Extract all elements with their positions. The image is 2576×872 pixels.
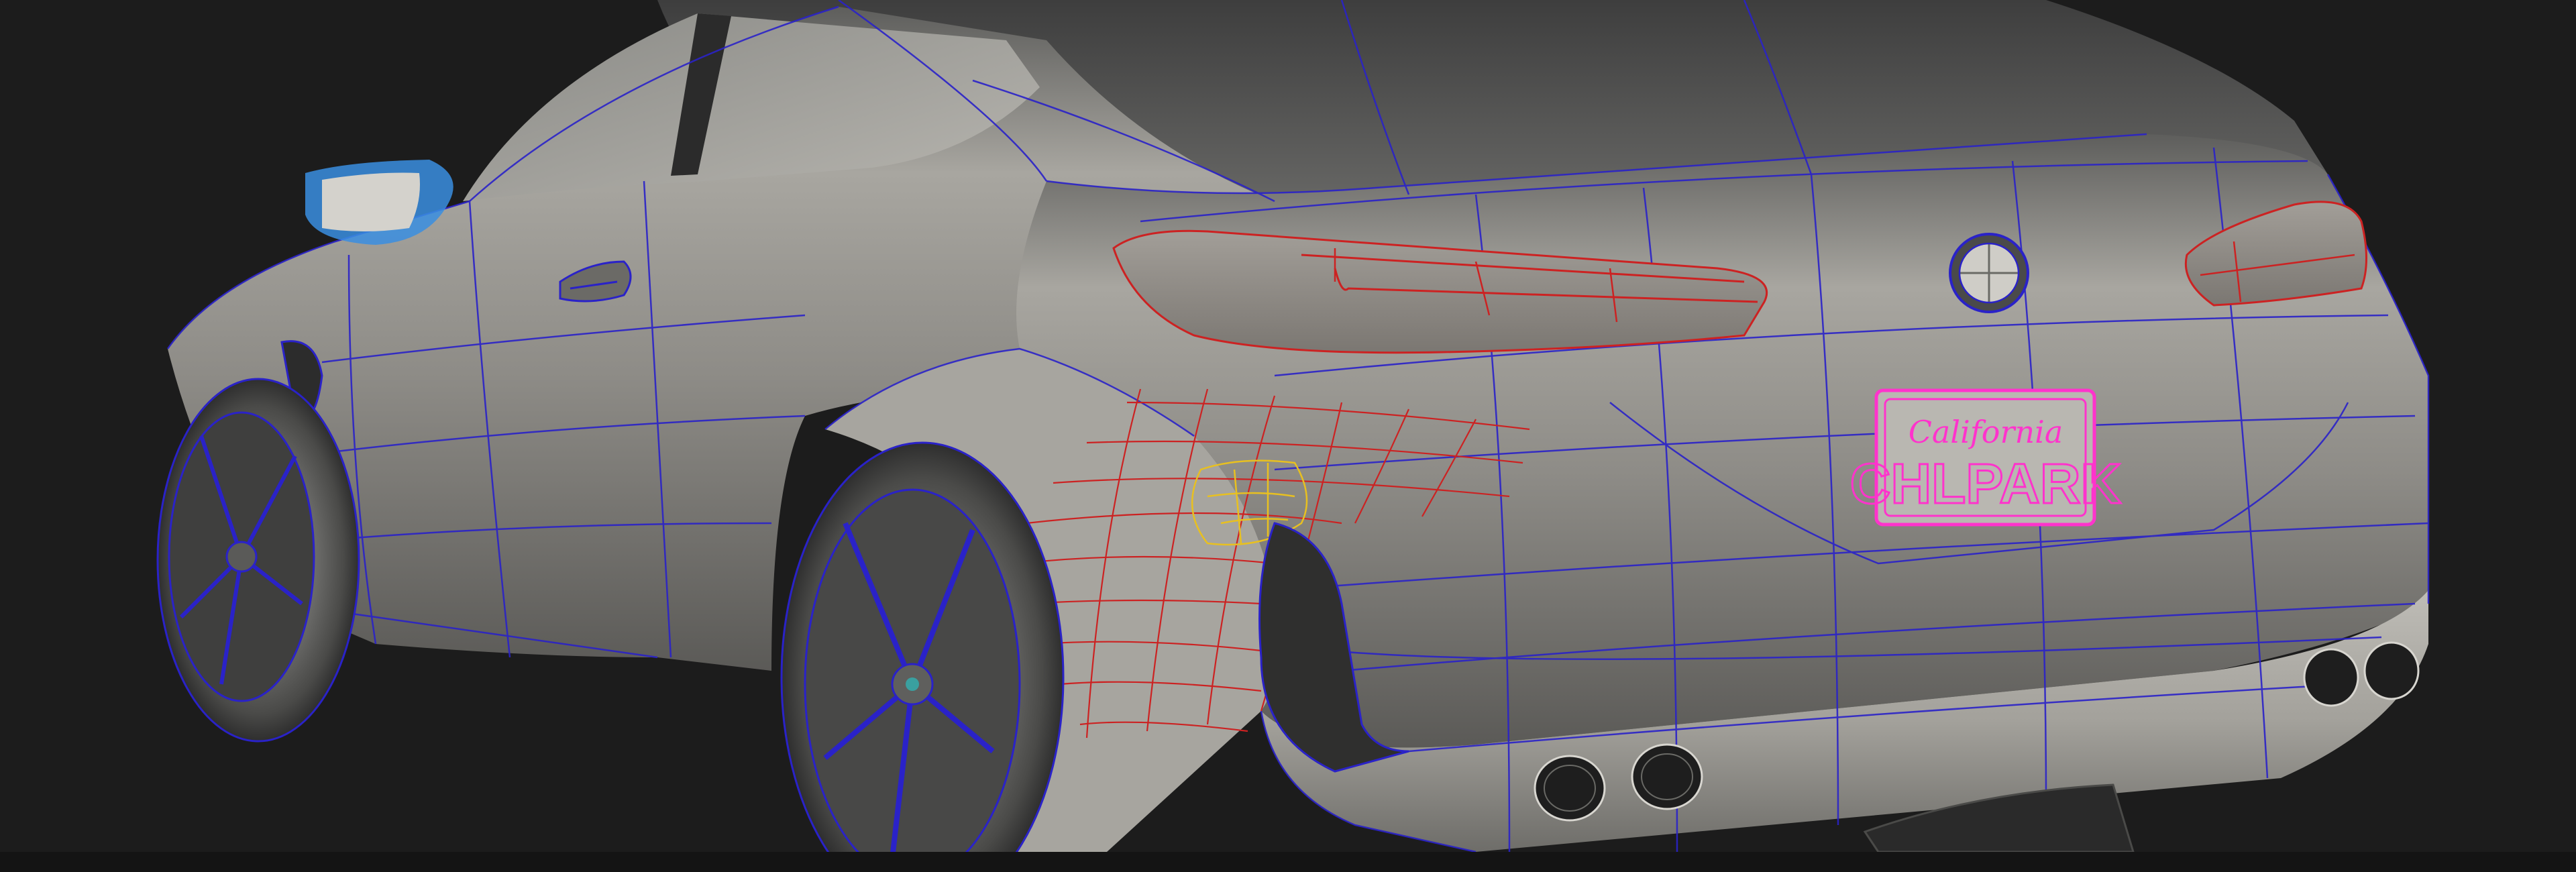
viewport-canvas[interactable]: California CHLPARK	[0, 0, 2576, 872]
viewport-bottom-edge	[0, 852, 2576, 872]
wheel[interactable]	[156, 378, 360, 743]
3d-viewport[interactable]: California CHLPARK	[0, 0, 2576, 872]
roundel-badge	[1949, 233, 2029, 313]
plate-state-text: California	[1909, 414, 2063, 450]
plate-number-text: CHLPARK	[1850, 452, 2121, 515]
license-plate[interactable]: California CHLPARK	[1849, 388, 2123, 527]
